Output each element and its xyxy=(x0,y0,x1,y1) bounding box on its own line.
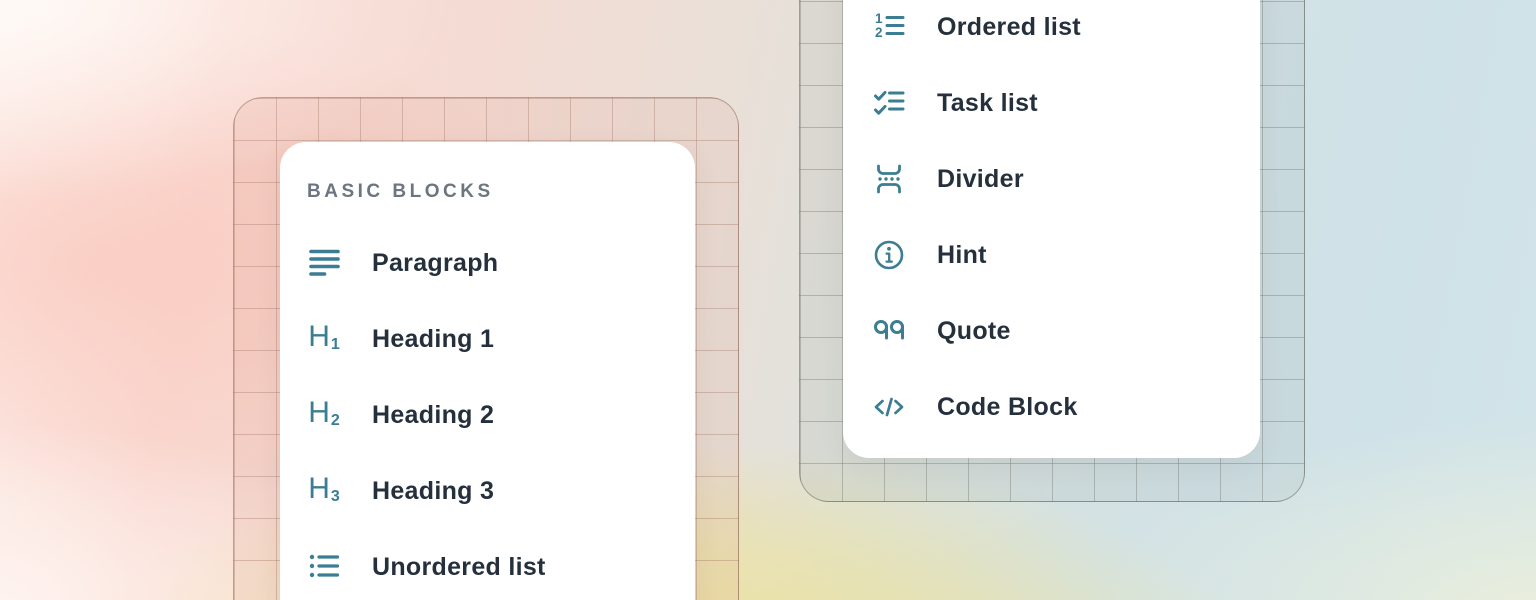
heading-1-icon: H1 xyxy=(307,322,341,356)
menu-item-quote[interactable]: Quote xyxy=(872,293,1260,369)
menu-item-heading-3[interactable]: H3 Heading 3 xyxy=(307,453,695,529)
paragraph-icon xyxy=(307,246,341,280)
menu-item-code-block[interactable]: Code Block xyxy=(872,369,1260,445)
menu-item-label: Heading 2 xyxy=(372,401,494,430)
menu-item-unordered-list[interactable]: Unordered list xyxy=(307,529,695,600)
hint-icon xyxy=(872,238,906,272)
section-header: BASIC BLOCKS xyxy=(307,181,695,203)
unordered-list-icon xyxy=(307,550,341,584)
code-block-icon xyxy=(872,390,906,424)
menu-item-label: Heading 1 xyxy=(372,325,494,354)
menu-item-label: Task list xyxy=(937,89,1038,118)
menu-item-task-list[interactable]: Task list xyxy=(872,65,1260,141)
block-editor-menu-illustration: BASIC BLOCKS Paragraph H1 Heading 1 xyxy=(0,0,1536,600)
svg-text:1: 1 xyxy=(875,11,883,26)
divider-icon xyxy=(872,162,906,196)
heading-3-icon: H3 xyxy=(307,474,341,508)
menu-item-label: Quote xyxy=(937,317,1011,346)
menu-item-label: Paragraph xyxy=(372,249,498,278)
menu-item-heading-2[interactable]: H2 Heading 2 xyxy=(307,377,695,453)
menu-item-divider[interactable]: Divider xyxy=(872,141,1260,217)
menu-item-heading-1[interactable]: H1 Heading 1 xyxy=(307,301,695,377)
ordered-list-icon: 1 2 xyxy=(872,10,906,44)
menu-item-label: Divider xyxy=(937,165,1024,194)
heading-2-icon: H2 xyxy=(307,398,341,432)
quote-icon xyxy=(872,314,906,348)
task-list-icon xyxy=(872,86,906,120)
menu-item-ordered-list[interactable]: 1 2 Ordered list xyxy=(872,0,1260,65)
blocks-menu-continued: 1 2 Ordered list xyxy=(843,0,1260,458)
menu-item-paragraph[interactable]: Paragraph xyxy=(307,225,695,301)
basic-blocks-menu: BASIC BLOCKS Paragraph H1 Heading 1 xyxy=(280,142,695,600)
menu-item-label: Hint xyxy=(937,241,987,270)
menu-item-label: Code Block xyxy=(937,393,1078,422)
svg-text:2: 2 xyxy=(875,25,883,40)
menu-item-label: Heading 3 xyxy=(372,477,494,506)
menu-item-label: Unordered list xyxy=(372,553,546,582)
menu-item-label: Ordered list xyxy=(937,13,1081,42)
menu-item-hint[interactable]: Hint xyxy=(872,217,1260,293)
